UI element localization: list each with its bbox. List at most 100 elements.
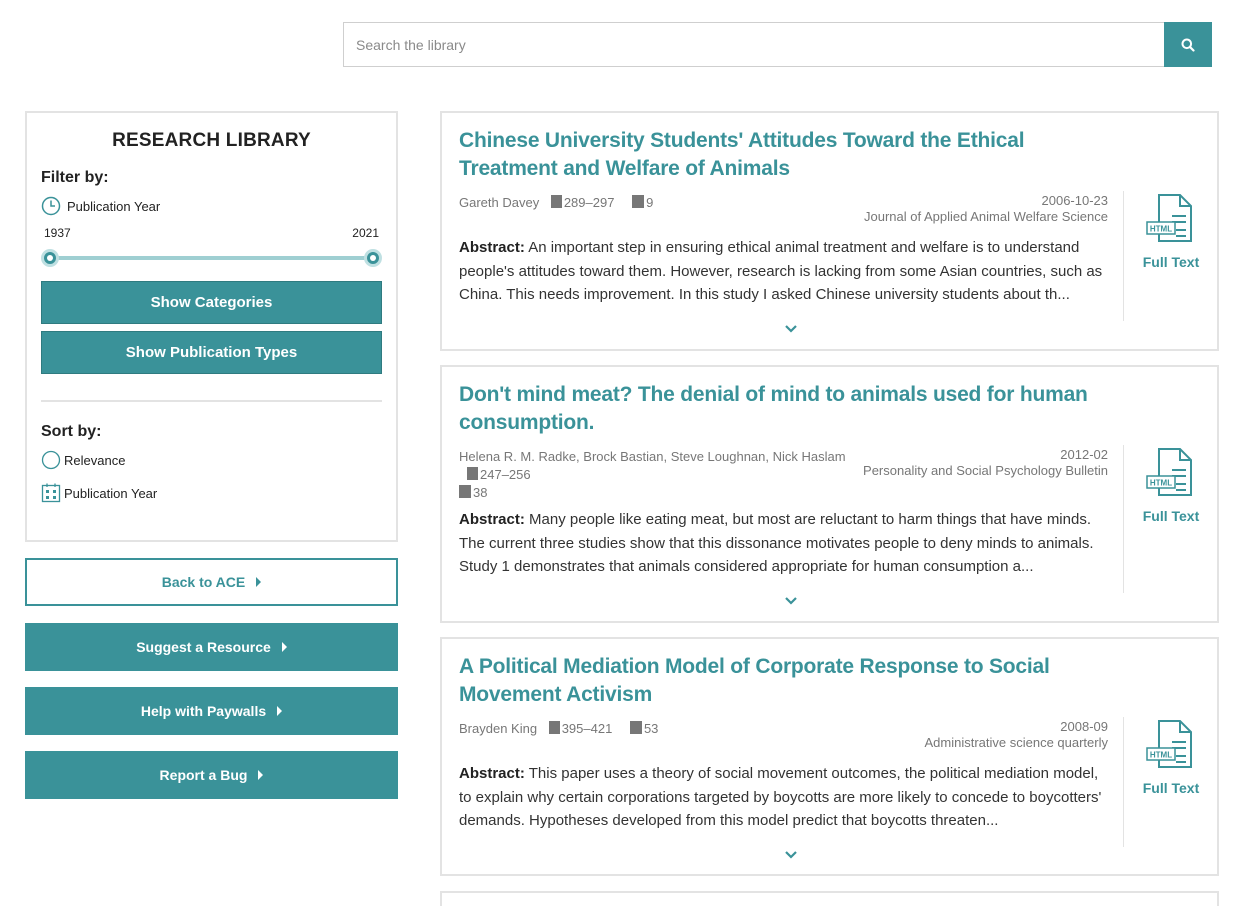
result-journal: Personality and Social Psychology Bullet…: [863, 463, 1108, 478]
sort-relevance-option[interactable]: Relevance: [41, 450, 382, 470]
html-document-icon: HTML: [1146, 720, 1192, 768]
result-card: A Political Mediation Model of Corporate…: [440, 637, 1219, 876]
result-pages: 247–256: [480, 467, 531, 482]
result-card: Chinese University Students' Attitudes T…: [440, 111, 1219, 351]
show-publication-types-button[interactable]: Show Publication Types: [41, 331, 382, 374]
result-abstract: Abstract: Many people like eating meat, …: [459, 508, 1109, 579]
result-title[interactable]: Don't mind meat? The denial of mind to a…: [459, 381, 1119, 437]
year-min: 1937: [44, 226, 71, 240]
filter-label: Filter by:: [41, 169, 109, 186]
result-meta: Gareth Davey 289–297 9: [459, 194, 653, 212]
back-to-ace-label: Back to ACE: [161, 574, 246, 590]
result-meta: Helena R. M. Radke, Brock Bastian, Steve…: [459, 448, 859, 502]
slider-handle-max[interactable]: [364, 249, 382, 267]
result-journal: Journal of Applied Animal Welfare Scienc…: [863, 209, 1108, 224]
book-icon: [629, 721, 642, 734]
sort-publication-year-option[interactable]: Publication Year: [41, 483, 382, 503]
filter-publication-year[interactable]: Publication Year: [41, 196, 382, 216]
year-range-labels: 1937 2021: [41, 226, 382, 240]
search-button[interactable]: [1164, 22, 1212, 67]
result-source: 2006-10-23 Journal of Applied Animal Wel…: [864, 193, 1108, 225]
result-journal: Administrative science quarterly: [924, 735, 1108, 750]
book-icon: [632, 195, 645, 208]
full-text-label: Full Text: [1142, 508, 1200, 524]
result-volume: 9: [646, 195, 654, 210]
sort-label: Sort by:: [41, 423, 102, 440]
result-pages: 395–421: [561, 721, 613, 736]
result-abstract: Abstract: An important step in ensuring …: [459, 236, 1109, 307]
library-title: RESEARCH LIBRARY: [112, 130, 311, 151]
abstract-label: Abstract:: [459, 239, 525, 256]
vertical-divider: [1123, 717, 1124, 847]
sort-year-label: Publication Year: [64, 485, 158, 501]
result-title[interactable]: A Political Mediation Model of Corporate…: [459, 653, 1119, 709]
html-badge: HTML: [1150, 479, 1172, 488]
chevron-down-icon[interactable]: [783, 596, 799, 606]
year-max: 2021: [352, 226, 379, 240]
full-text-link[interactable]: HTML Full Text: [1140, 192, 1202, 270]
full-text-link[interactable]: HTML Full Text: [1140, 718, 1202, 796]
abstract-label: Abstract:: [459, 511, 525, 528]
chevron-down-icon[interactable]: [783, 850, 799, 860]
document-icon: [548, 721, 560, 734]
result-date: 2012-02: [1060, 447, 1108, 462]
vertical-divider: [1123, 191, 1124, 321]
result-volume: 53: [643, 721, 659, 736]
html-document-icon: HTML: [1146, 448, 1192, 496]
sort-relevance-label: Relevance: [64, 452, 126, 468]
caret-right-icon: [277, 706, 283, 716]
result-date: 2006-10-23: [1041, 193, 1109, 208]
slider-handle-min[interactable]: [41, 249, 59, 267]
calendar-icon: [41, 483, 61, 503]
result-meta: Brayden King 395–421 53: [459, 720, 658, 738]
full-text-label: Full Text: [1142, 780, 1200, 796]
caret-right-icon: [281, 642, 287, 652]
result-authors: Brayden King: [459, 721, 538, 736]
result-card: Don't mind meat? The denial of mind to a…: [440, 365, 1219, 623]
circle-icon: [41, 450, 61, 470]
vertical-divider: [1123, 445, 1124, 593]
search-icon: [1181, 38, 1195, 52]
slider-track: [49, 256, 374, 260]
back-to-ace-button[interactable]: Back to ACE: [25, 558, 398, 606]
clock-icon: [41, 196, 61, 216]
html-document-icon: HTML: [1146, 194, 1192, 242]
full-text-label: Full Text: [1142, 254, 1200, 270]
caret-right-icon: [258, 770, 264, 780]
document-icon: [550, 195, 562, 208]
full-text-link[interactable]: HTML Full Text: [1140, 446, 1202, 524]
document-icon: [467, 467, 478, 480]
html-badge: HTML: [1150, 751, 1172, 760]
result-title[interactable]: Chinese University Students' Attitudes T…: [459, 127, 1119, 183]
result-volume: 38: [473, 485, 488, 500]
book-icon: [459, 485, 471, 498]
search-input[interactable]: [343, 22, 1164, 67]
search-bar: [343, 22, 1212, 67]
abstract-text: This paper uses a theory of social movem…: [459, 765, 1102, 829]
help-paywalls-button[interactable]: Help with Paywalls: [25, 687, 398, 735]
filter-panel: RESEARCH LIBRARY Filter by: Publication …: [25, 111, 398, 542]
suggest-resource-label: Suggest a Resource: [136, 639, 271, 655]
result-source: 2008-09 Administrative science quarterly: [924, 719, 1108, 751]
html-badge: HTML: [1150, 225, 1172, 234]
suggest-resource-button[interactable]: Suggest a Resource: [25, 623, 398, 671]
result-authors: Gareth Davey: [459, 195, 540, 210]
help-paywalls-label: Help with Paywalls: [140, 703, 267, 719]
result-source: 2012-02 Personality and Social Psycholog…: [863, 447, 1108, 479]
report-bug-button[interactable]: Report a Bug: [25, 751, 398, 799]
result-date: 2008-09: [1060, 719, 1108, 734]
year-range-slider[interactable]: [41, 248, 382, 268]
report-bug-label: Report a Bug: [159, 767, 248, 783]
result-abstract: Abstract: This paper uses a theory of so…: [459, 762, 1109, 833]
result-card-partial: [440, 891, 1219, 906]
result-pages: 289–297: [563, 195, 615, 210]
divider: [41, 400, 382, 402]
caret-right-icon: [256, 577, 262, 587]
abstract-text: An important step in ensuring ethical an…: [459, 239, 1103, 303]
abstract-label: Abstract:: [459, 765, 525, 782]
chevron-down-icon[interactable]: [783, 324, 799, 334]
abstract-text: Many people like eating meat, but most a…: [459, 511, 1094, 575]
show-categories-button[interactable]: Show Categories: [41, 281, 382, 324]
filter-year-label: Publication Year: [67, 198, 161, 214]
result-authors: Helena R. M. Radke, Brock Bastian, Steve…: [459, 449, 846, 464]
